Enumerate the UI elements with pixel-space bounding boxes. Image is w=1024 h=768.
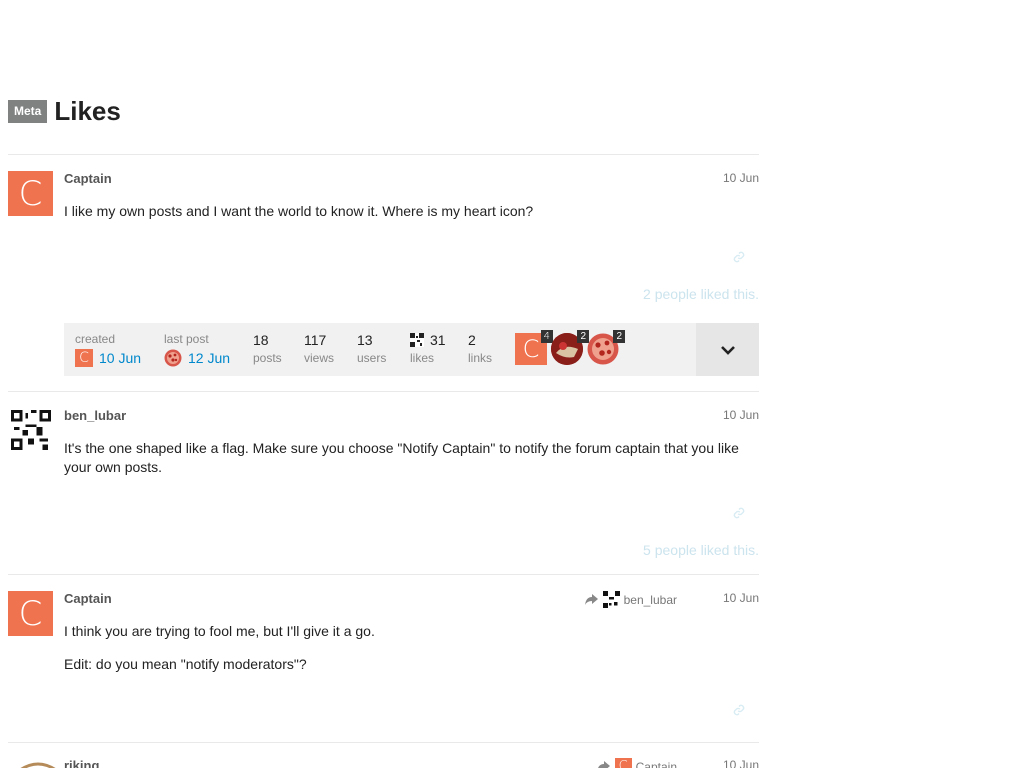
- post-date[interactable]: 10 Jun: [723, 758, 759, 768]
- likes-count-row: 31: [410, 332, 446, 348]
- post-date[interactable]: 10 Jun: [723, 591, 759, 605]
- users-count: 13: [357, 332, 373, 348]
- created-date-text: 10 Jun: [99, 350, 142, 366]
- participant-avatar[interactable]: C 4: [515, 330, 553, 365]
- post-2: ben_lubar 10 Jun It's the one shaped lik…: [8, 408, 759, 563]
- posts-stat: 18 posts: [253, 332, 282, 365]
- links-stat: 2 links: [468, 332, 492, 365]
- avatar[interactable]: C: [8, 591, 53, 636]
- divider: [8, 574, 759, 575]
- created-cell: created C 10 Jun: [75, 332, 141, 367]
- last-post-label: last post: [164, 332, 209, 346]
- post-date[interactable]: 10 Jun: [723, 171, 759, 185]
- creator-avatar: C: [75, 349, 93, 367]
- reply-arrow-icon: [584, 594, 598, 605]
- link-icon[interactable]: [732, 506, 746, 520]
- topic-title[interactable]: Likes: [54, 96, 121, 127]
- last-post-date[interactable]: 12 Jun: [164, 349, 230, 367]
- last-post-cell: last post 12 Jun: [164, 332, 230, 367]
- created-date[interactable]: C 10 Jun: [75, 349, 141, 367]
- reply-arrow-icon: [597, 761, 610, 768]
- post-date[interactable]: 10 Jun: [723, 408, 759, 422]
- post-1: C Captain 10 Jun I like my own posts and…: [8, 171, 759, 302]
- views-stat: 117 views: [304, 332, 334, 365]
- pizza-avatar: [164, 349, 182, 367]
- avatar[interactable]: [18, 760, 58, 768]
- divider: [8, 742, 759, 743]
- captain-mini-avatar: C: [614, 758, 632, 768]
- post-body: I like my own posts and I want the world…: [64, 203, 534, 219]
- likes-total: 31: [430, 332, 446, 348]
- chevron-down-icon: [720, 345, 735, 355]
- post-username[interactable]: Captain: [64, 591, 112, 606]
- post-username[interactable]: ben_lubar: [64, 408, 126, 423]
- created-label: created: [75, 332, 116, 346]
- qr-avatar[interactable]: [11, 410, 51, 450]
- last-post-date-text: 12 Jun: [188, 350, 231, 366]
- reply-to[interactable]: ben_lubar: [584, 591, 677, 608]
- reply-to[interactable]: C Captain: [597, 758, 677, 768]
- links-label: links: [468, 351, 493, 365]
- participant-avatar[interactable]: 2: [587, 330, 625, 365]
- links-count: 2: [468, 332, 476, 348]
- post-username[interactable]: riking: [64, 758, 99, 768]
- participant-avatar[interactable]: 2: [551, 330, 589, 365]
- likes-stat: 31 likes: [410, 332, 446, 365]
- posts-label: posts: [253, 351, 282, 365]
- link-icon[interactable]: [732, 703, 746, 717]
- post-username[interactable]: Captain: [64, 171, 112, 186]
- posts-count: 18: [253, 332, 269, 348]
- post-4: riking C Captain 10 Jun: [8, 758, 759, 768]
- participant-letter: C: [522, 335, 540, 363]
- reply-to-username: ben_lubar: [623, 592, 677, 607]
- post-count-badge: 2: [613, 330, 625, 343]
- divider: [8, 391, 759, 392]
- topic-header: Meta Likes: [8, 96, 121, 127]
- users-stat: 13 users: [357, 332, 386, 365]
- post-body: It's the one shaped like a flag. Make su…: [64, 440, 739, 475]
- qr-icon: [410, 333, 424, 347]
- avatar[interactable]: C: [8, 171, 53, 216]
- divider: [8, 154, 759, 155]
- qr-mini-avatar: [602, 591, 620, 608]
- views-count: 117: [304, 332, 327, 348]
- category-badge[interactable]: Meta: [8, 100, 48, 123]
- likes-label: likes: [410, 351, 435, 365]
- likes-count[interactable]: 5 people liked this.: [643, 542, 759, 558]
- expand-topic-map-button[interactable]: [696, 323, 759, 376]
- post-3: C Captain ben_lubar 10 Jun I think you a…: [8, 591, 759, 731]
- likes-count[interactable]: 2 people liked this.: [643, 286, 759, 302]
- reply-to-username: Captain: [635, 759, 677, 768]
- views-label: views: [304, 351, 335, 365]
- post-body-line-2: Edit: do you mean "notify moderators"?: [64, 656, 307, 672]
- users-label: users: [357, 351, 387, 365]
- topic-map: created C 10 Jun last post 12 Jun 18 pos…: [64, 323, 759, 376]
- post-body-line-1: I think you are trying to fool me, but I…: [64, 623, 375, 639]
- link-icon[interactable]: [732, 250, 746, 264]
